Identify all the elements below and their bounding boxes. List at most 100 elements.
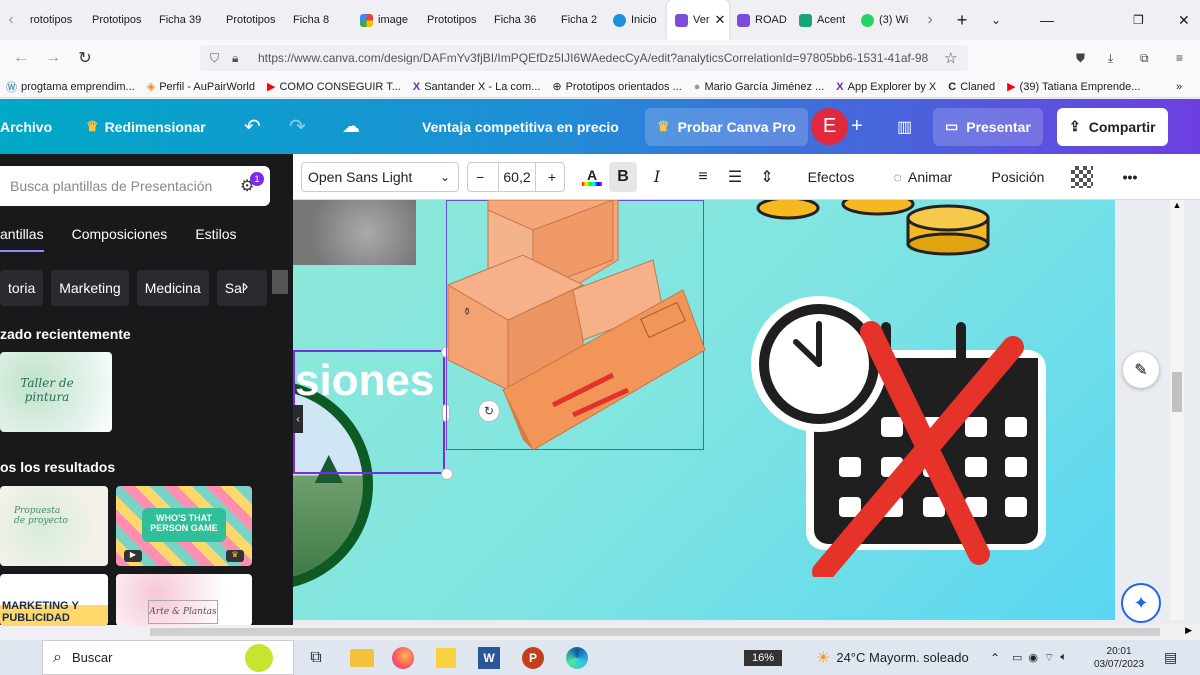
magic-assistant-button[interactable]: ✦ [1121, 583, 1161, 623]
weather-widget[interactable]: ☀ 24°C Mayorm. soleado [816, 648, 969, 668]
more-bookmarks-icon[interactable]: » [1176, 81, 1182, 93]
decrease-size-button[interactable]: − [476, 169, 484, 185]
result-template-thumb[interactable]: WHO'S THAT PERSON GAME ▶ ♛ [116, 486, 252, 566]
browser-tab[interactable]: Ficha 8 [285, 0, 352, 40]
design-title[interactable]: Ventaja competitiva en precio [422, 119, 619, 135]
chip-marketing[interactable]: Marketing [51, 270, 129, 306]
menu-icon[interactable]: ≡ [1176, 51, 1183, 65]
bookmark-item[interactable]: X App Explorer by X [830, 81, 942, 93]
undo-icon[interactable]: ↶ [244, 114, 261, 139]
bookmark-item[interactable]: ● Mario García Jiménez ... [688, 81, 830, 93]
browser-tab[interactable]: Ficha 36 [486, 0, 553, 40]
minimize-icon[interactable]: — [1040, 12, 1054, 28]
browser-tab[interactable]: Ficha 2 [553, 0, 605, 40]
tab-plantillas[interactable]: antillas [0, 226, 44, 252]
browser-tab[interactable]: ROAD [729, 0, 791, 40]
scroll-thumb[interactable] [150, 628, 1160, 636]
spacing-icon[interactable]: ⇕ [755, 162, 779, 192]
bookmark-item[interactable]: X Santander X - La com... [407, 81, 547, 93]
bookmark-item[interactable]: ▶ (39) Tatiana Emprende... [1001, 80, 1146, 94]
redimensionar-button[interactable]: ♛ Redimensionar [86, 118, 206, 135]
browser-tab[interactable]: (3) Wi [853, 0, 915, 40]
align-center-icon[interactable]: ≡ [691, 162, 715, 192]
insights-icon[interactable]: ▥ [897, 117, 912, 137]
italic-button[interactable]: I [643, 162, 671, 192]
bookmark-item[interactable]: C Claned [942, 81, 1001, 93]
increase-size-button[interactable]: + [548, 169, 556, 185]
browser-tab[interactable]: Prototipos [218, 0, 285, 40]
efectos-button[interactable]: Efectos [801, 162, 861, 192]
bookmark-item[interactable]: ▶ COMO CONSEGUIR T... [261, 80, 407, 94]
photo-element[interactable] [293, 200, 416, 265]
presentar-button[interactable]: ▭ Presentar [933, 107, 1043, 146]
tab-scroll-left-icon[interactable]: ‹ [0, 11, 22, 29]
archivo-menu[interactable]: Archivo [0, 119, 52, 135]
user-avatar[interactable]: E [811, 108, 848, 145]
sticky-notes-icon[interactable] [436, 647, 456, 668]
extensions-icon[interactable]: ⧉ [1140, 51, 1149, 66]
font-size-input[interactable]: 60,2 [498, 162, 536, 191]
clock[interactable]: 20:01 03/07/2023 [1094, 645, 1144, 671]
slide[interactable]: ▲ siones ⚱ ↻ [293, 200, 1115, 620]
comment-add-button[interactable]: ✎ [1123, 352, 1159, 388]
font-family-select[interactable]: Open Sans Light ⌄ [301, 161, 459, 192]
canvas-vertical-scrollbar[interactable]: ▲ [1170, 200, 1184, 620]
pocket-icon[interactable]: ⛊ [1076, 51, 1085, 66]
bookmark-item[interactable]: ⊕ Prototipos orientados ... [546, 80, 687, 94]
result-template-thumb[interactable]: MARKETING Y PUBLICIDAD [0, 574, 108, 626]
file-explorer-icon[interactable] [350, 648, 374, 667]
recent-template-thumb[interactable]: Taller de pintura [0, 352, 112, 432]
task-view-icon[interactable]: ⧉ [306, 649, 326, 667]
bookmark-star-icon[interactable]: ☆ [944, 49, 957, 67]
rotate-handle[interactable]: ↻ [478, 400, 500, 422]
browser-tab[interactable]: Inicio [605, 0, 667, 40]
chip-medicina[interactable]: Medicina [136, 270, 209, 306]
reload-icon[interactable]: ↻ [70, 48, 100, 68]
browser-tab[interactable]: Prototipos [419, 0, 486, 40]
tab-scroll-right-icon[interactable]: › [915, 11, 945, 29]
back-icon[interactable]: ← [6, 49, 36, 67]
forward-icon[interactable]: → [38, 49, 68, 67]
chips-next-icon[interactable]: › [243, 278, 248, 296]
cloud-saved-icon[interactable]: ☁ [342, 116, 360, 137]
animar-button[interactable]: ◌ Animar [883, 162, 963, 192]
coins-illustration[interactable] [748, 200, 1028, 260]
word-icon[interactable]: W [478, 646, 500, 669]
clock-calendar-illustration[interactable] [751, 292, 1056, 577]
taskbar-search-input[interactable]: ⌕ Buscar [42, 640, 294, 675]
windows-start-icon[interactable] [12, 649, 30, 667]
browser-tab-active[interactable]: Ver ✕ [667, 0, 729, 40]
tab-estilos[interactable]: Estilos [195, 226, 236, 252]
selected-text-box[interactable]: siones [293, 346, 453, 480]
restore-icon[interactable]: ❐ [1133, 13, 1144, 27]
tab-list-icon[interactable]: ⌄ [979, 13, 1013, 27]
text-color-button[interactable]: A [578, 162, 606, 192]
chip-salud[interactable]: Sal [216, 270, 267, 306]
show-hidden-icons[interactable]: ⌃ [990, 651, 1000, 665]
chip-historia[interactable]: toria [0, 270, 44, 306]
close-tab-icon[interactable]: ✕ [715, 12, 726, 28]
browser-tab[interactable]: rototipos [22, 0, 84, 40]
browser-tab[interactable]: Ficha 39 [151, 0, 218, 40]
close-window-icon[interactable]: ✕ [1178, 12, 1190, 29]
result-template-thumb[interactable]: Arte & Plantas [116, 574, 252, 626]
edge-icon[interactable] [566, 646, 588, 669]
more-options-button[interactable]: ••• [1115, 162, 1145, 192]
compartir-button[interactable]: ⇪ Compartir [1057, 107, 1168, 146]
horizontal-scrollbar[interactable]: ▶ [150, 625, 1200, 639]
list-icon[interactable]: ☰ [723, 162, 747, 192]
browser-tab[interactable]: image [352, 0, 419, 40]
add-collaborator-icon[interactable]: + [851, 115, 863, 138]
sidebar-scrollbar[interactable] [272, 270, 288, 294]
template-search-input[interactable]: Busca plantillas de Presentación ⚙ 1 [0, 166, 270, 206]
scroll-right-icon[interactable]: ▶ [1185, 625, 1192, 636]
posicion-button[interactable]: Posición [983, 162, 1053, 192]
transparency-icon[interactable] [1071, 165, 1093, 188]
scroll-up-icon[interactable]: ▲ [1170, 200, 1184, 210]
browser-tab[interactable]: Prototipos [84, 0, 151, 40]
redo-icon[interactable]: ↷ [289, 114, 306, 139]
browser-tab[interactable]: Acent [791, 0, 853, 40]
tray-icons[interactable]: ▭ ◉ ⌔ 🔈︎ [1012, 651, 1067, 665]
url-field[interactable]: ⛉ 🔒︎ https://www.canva.com/design/DAFmYv… [200, 45, 968, 71]
result-template-thumb[interactable]: Propuesta de proyecto [0, 486, 108, 566]
